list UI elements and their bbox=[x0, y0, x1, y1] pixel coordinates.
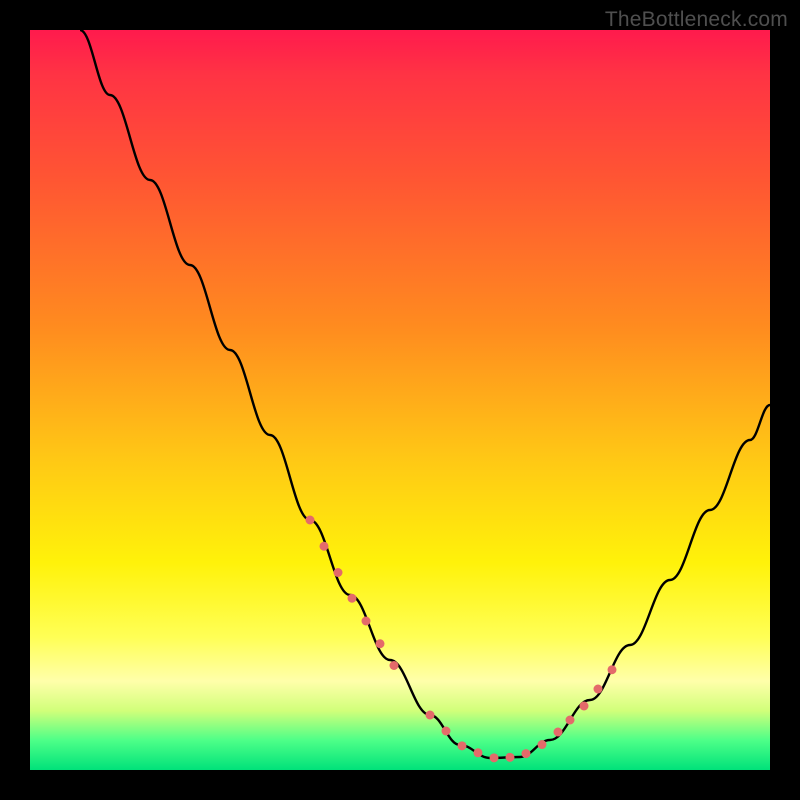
curve-dot bbox=[306, 516, 315, 525]
bottleneck-curve-path bbox=[80, 30, 770, 758]
curve-dot bbox=[490, 753, 499, 762]
curve-dot bbox=[608, 665, 617, 674]
curve-dot bbox=[390, 661, 399, 670]
curve-dot bbox=[538, 740, 547, 749]
curve-svg bbox=[30, 30, 770, 770]
curve-dot bbox=[320, 542, 329, 551]
curve-dot bbox=[376, 639, 385, 648]
curve-dot bbox=[506, 753, 515, 762]
curve-dot bbox=[474, 748, 483, 757]
curve-dot bbox=[554, 728, 563, 737]
curve-dot bbox=[522, 749, 531, 758]
watermark-text: TheBottleneck.com bbox=[605, 8, 788, 32]
curve-dot bbox=[458, 741, 467, 750]
curve-dot bbox=[362, 617, 371, 626]
curve-dot bbox=[348, 594, 357, 603]
curve-dot bbox=[426, 711, 435, 720]
curve-dot bbox=[580, 702, 589, 711]
curve-dot bbox=[594, 685, 603, 694]
curve-dot bbox=[566, 716, 575, 725]
curve-dot bbox=[334, 568, 343, 577]
dotted-overlay bbox=[306, 516, 617, 763]
plot-frame bbox=[30, 30, 770, 770]
curve-dot bbox=[442, 727, 451, 736]
